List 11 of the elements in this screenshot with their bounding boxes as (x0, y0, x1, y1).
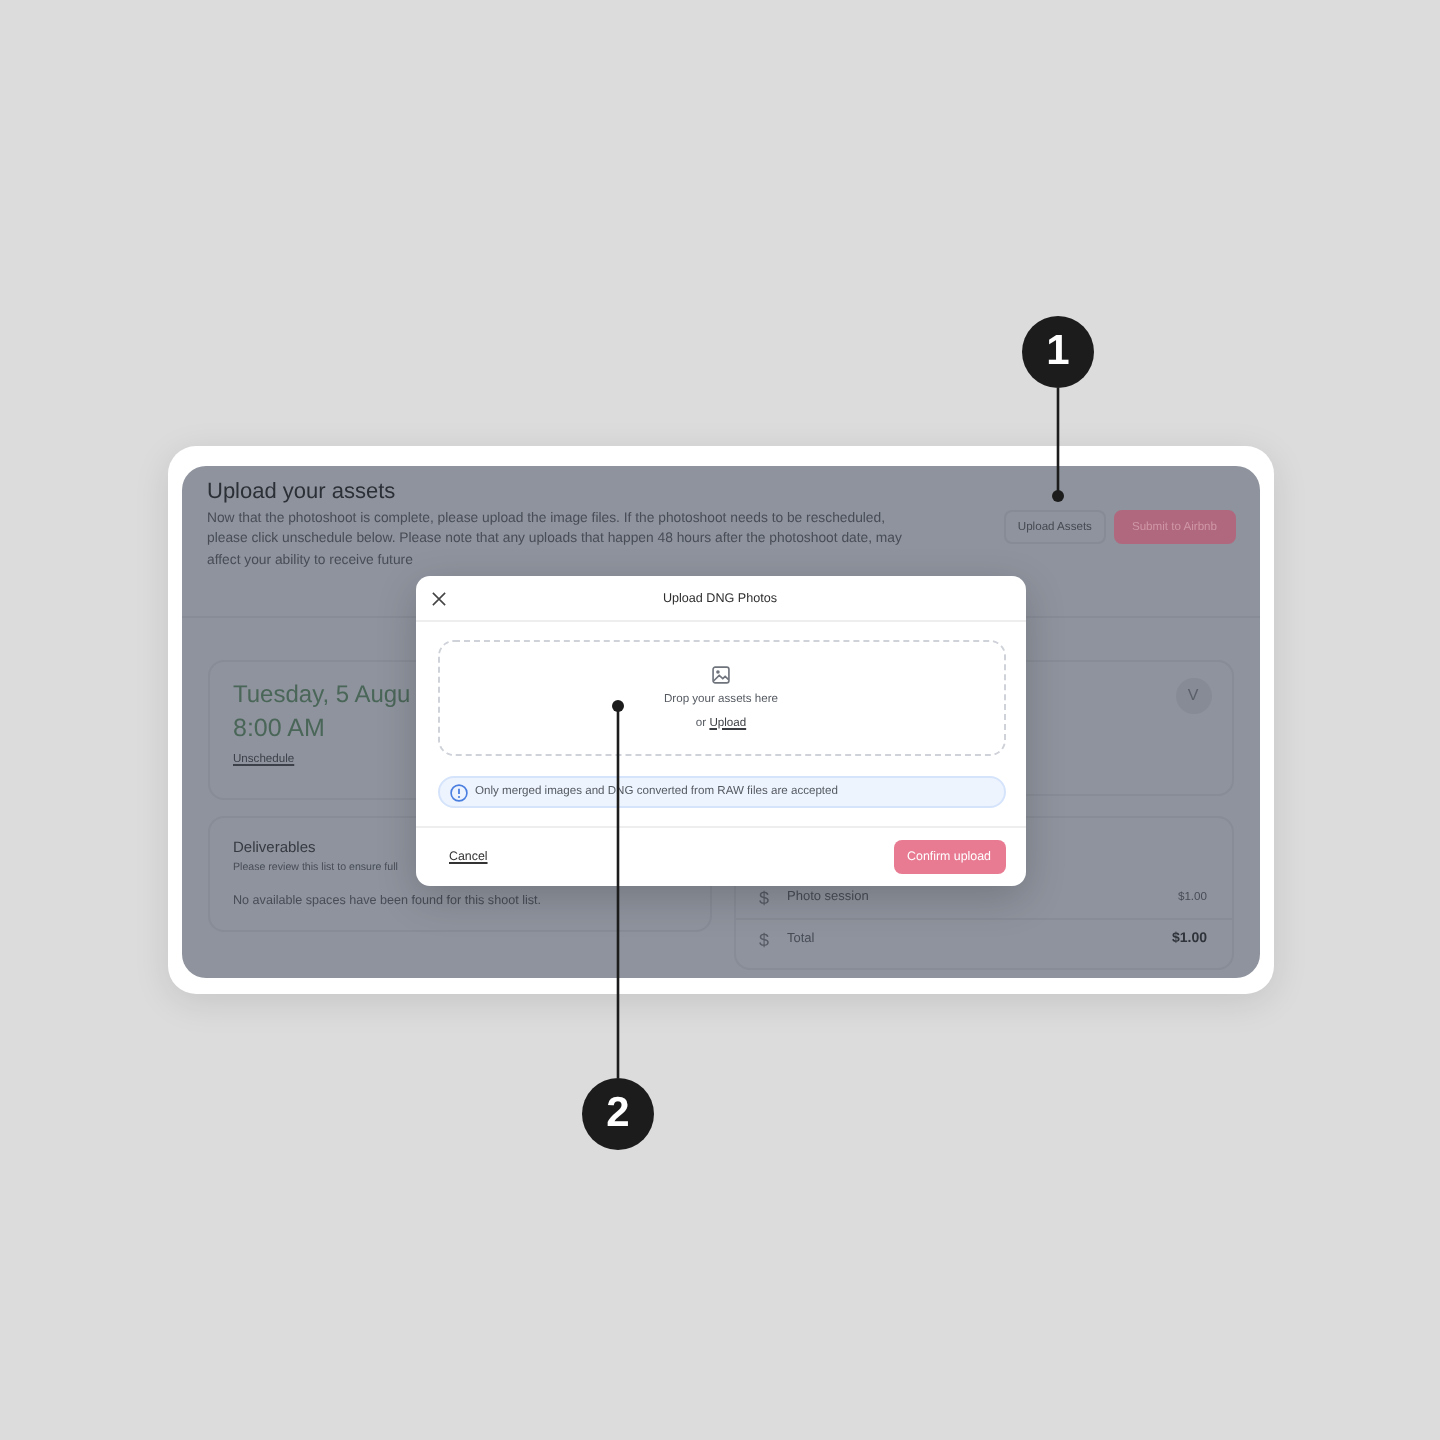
image-icon (712, 665, 730, 683)
callout-line (1052, 388, 1064, 502)
callout-number: 1 (1022, 316, 1094, 388)
shoot-date: Tuesday, 5 Augu (233, 677, 411, 712)
info-icon (449, 783, 467, 801)
dollar-sign: $ (759, 887, 772, 908)
shoot-time: 8:00 AM (233, 711, 325, 746)
dollar-sign: $ (759, 929, 772, 950)
page-title: Upload your assets (207, 480, 396, 506)
callout-number: 2 (582, 1078, 654, 1150)
close-icon[interactable] (431, 591, 445, 605)
